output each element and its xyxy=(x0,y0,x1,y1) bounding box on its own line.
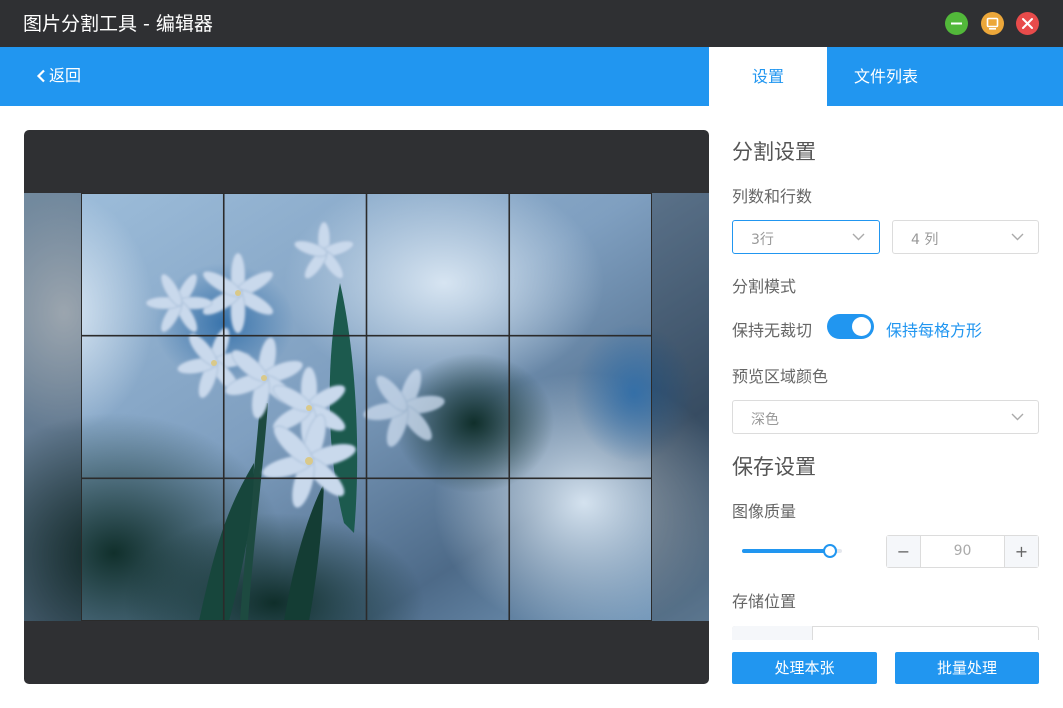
title-bar: 图片分割工具 - 编辑器 xyxy=(0,0,1063,47)
maximize-icon xyxy=(986,17,999,30)
preview-image xyxy=(24,193,709,621)
window-title: 图片分割工具 - 编辑器 xyxy=(23,13,213,35)
header-bar: 返回 设置 文件列表 xyxy=(0,47,1063,106)
split-mode-toggle[interactable] xyxy=(827,314,874,339)
process-current-button[interactable]: 处理本张 xyxy=(732,652,877,684)
preview-area xyxy=(24,130,709,684)
split-grid xyxy=(80,193,652,621)
back-button[interactable]: 返回 xyxy=(36,65,81,87)
rows-select[interactable]: 3行 xyxy=(732,220,880,254)
crop-overlay-left xyxy=(24,193,81,621)
quality-stepper: − 90 + xyxy=(886,535,1039,568)
cols-rows-label: 列数和行数 xyxy=(732,187,813,206)
batch-process-button[interactable]: 批量处理 xyxy=(895,652,1039,684)
close-icon xyxy=(1022,18,1033,29)
close-button[interactable] xyxy=(1016,12,1039,35)
storage-location-label: 存储位置 xyxy=(732,592,797,611)
maximize-button[interactable] xyxy=(981,12,1004,35)
preview-color-value: 深色 xyxy=(751,412,779,428)
quality-decrease-button[interactable]: − xyxy=(887,536,921,567)
split-settings-title: 分割设置 xyxy=(732,140,816,164)
chevron-down-icon xyxy=(1011,413,1024,421)
chevron-down-icon xyxy=(852,233,865,241)
grid-lines xyxy=(80,193,652,621)
toggle-knob xyxy=(852,317,871,336)
square-cell-option-label: 保持每格方形 xyxy=(886,321,983,340)
quality-slider[interactable] xyxy=(742,544,842,558)
preview-color-label: 预览区域颜色 xyxy=(732,367,829,386)
save-settings-title: 保存设置 xyxy=(732,455,816,479)
back-label: 返回 xyxy=(49,66,82,85)
tab-settings[interactable]: 设置 xyxy=(709,47,827,106)
minimize-button[interactable] xyxy=(945,12,968,35)
chevron-left-icon xyxy=(36,69,45,83)
quality-increase-button[interactable]: + xyxy=(1004,536,1038,567)
rows-select-value: 3行 xyxy=(751,232,774,248)
columns-select[interactable]: 4 列 xyxy=(892,220,1039,254)
image-quality-label: 图像质量 xyxy=(732,502,797,521)
no-crop-option-label: 保持无裁切 xyxy=(732,321,813,340)
slider-thumb[interactable] xyxy=(823,544,838,558)
storage-browse-button[interactable] xyxy=(732,626,813,640)
preview-color-select[interactable]: 深色 xyxy=(732,400,1039,434)
split-mode-label: 分割模式 xyxy=(732,277,797,296)
tab-file-list[interactable]: 文件列表 xyxy=(827,47,945,106)
chevron-down-icon xyxy=(1011,233,1024,241)
crop-overlay-right xyxy=(652,193,709,621)
minimize-icon xyxy=(951,22,962,25)
columns-select-value: 4 列 xyxy=(911,232,939,248)
split-mode-row: 保持无裁切 保持每格方形 xyxy=(732,314,1039,340)
storage-location-field[interactable] xyxy=(732,626,1039,640)
slider-fill xyxy=(742,549,831,553)
quality-value[interactable]: 90 xyxy=(921,536,1004,567)
